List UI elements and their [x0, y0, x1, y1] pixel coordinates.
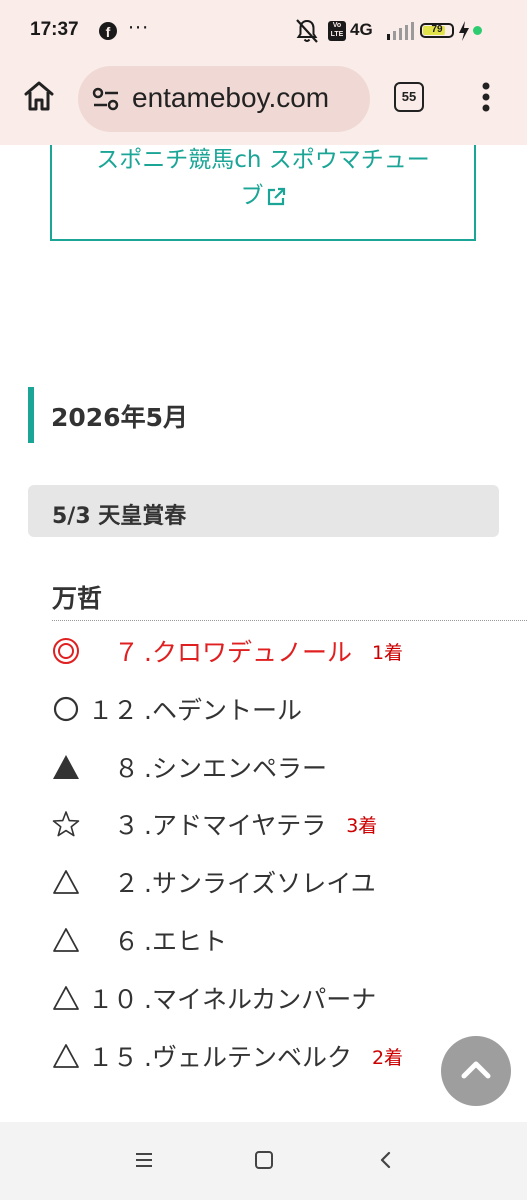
channel-link-label[interactable]: スポニチ競馬ch スポウマチューブ — [96, 147, 430, 209]
star-icon — [52, 811, 80, 837]
predictor-name: 万哲 — [52, 584, 103, 613]
status-bar: 17:37 f ··· Vo LTE 4G 79 — [0, 0, 527, 62]
recent-apps-icon[interactable] — [134, 1150, 154, 1170]
horse-name-text: .マイネルカンパーナ — [144, 984, 377, 1014]
external-link-icon — [267, 187, 285, 205]
triangle-icon — [53, 985, 79, 1010]
back-icon[interactable] — [376, 1150, 396, 1170]
more-notifications-indicator: ··· — [128, 17, 150, 39]
volte-icon: Vo LTE — [328, 21, 346, 41]
triangle-icon — [53, 928, 79, 952]
network-type: 4G — [350, 20, 373, 39]
double-circle-icon — [53, 638, 79, 664]
system-nav-bar — [0, 1122, 527, 1200]
finish-result: 2着 — [371, 1046, 404, 1069]
horse-number: ７ — [114, 638, 140, 667]
triangle-icon — [53, 1043, 79, 1068]
horse-name-text: .シンエンペラー — [144, 753, 327, 783]
horse-name: .サンライズソレイユ — [144, 864, 376, 900]
horse-number: ８ — [114, 753, 140, 783]
horse-name: .ヘデントール — [144, 691, 302, 727]
month-heading: 2026年5月 — [51, 403, 188, 432]
channel-link[interactable]: スポニチ競馬ch スポウマチューブ — [52, 145, 474, 214]
home-icon[interactable] — [22, 79, 56, 113]
scroll-to-top-button[interactable] — [441, 1036, 511, 1106]
facebook-icon: f — [99, 22, 117, 40]
battery-percent: 79 — [431, 24, 443, 35]
charging-bolt-icon — [459, 21, 469, 41]
horse-name-text: .アドマイヤテラ — [144, 811, 327, 841]
race-title: 5/3 天皇賞春 — [52, 504, 187, 529]
horse-number: １０ — [88, 984, 139, 1014]
horse-name-text: .サンライズソレイユ — [144, 869, 376, 899]
browser-toolbar: entameboy.com 55 — [0, 62, 527, 145]
horse-name: .ヴェルテンベルク 2着 — [144, 1038, 403, 1074]
page-content: スポニチ競馬ch スポウマチューブ 2026年5月 5/3 天皇賞春 万哲 ７.… — [0, 145, 527, 1122]
site-settings-icon[interactable] — [92, 87, 120, 111]
horse-name: .クロワデュノール 1着 — [144, 633, 403, 669]
horse-name: .シンエンペラー — [144, 749, 327, 785]
battery-icon: 79 — [420, 23, 454, 38]
finish-result: 1着 — [371, 642, 404, 664]
chevron-up-icon — [461, 1061, 491, 1079]
heading-accent-bar — [28, 387, 34, 443]
bell-off-icon — [296, 19, 318, 43]
horse-name: .マイネルカンパーナ — [144, 980, 376, 1016]
address-bar[interactable]: entameboy.com — [78, 66, 370, 132]
filled-triangle-icon — [53, 754, 79, 779]
charging-dot-icon — [473, 26, 482, 35]
status-time: 17:37 — [30, 19, 79, 40]
horse-name-text: .ヘデントール — [144, 695, 302, 725]
circle-icon — [53, 696, 79, 721]
horse-name-text: .エヒト — [144, 927, 227, 956]
tab-switcher-button[interactable]: 55 — [394, 82, 424, 112]
horse-number: ６ — [114, 927, 140, 956]
horse-number: １５ — [88, 1042, 139, 1072]
browser-chrome: 17:37 f ··· Vo LTE 4G 79 entameboy.com 5… — [0, 0, 527, 145]
horse-name: .エヒト — [144, 922, 227, 958]
horse-number: ２ — [114, 869, 140, 899]
triangle-icon — [53, 870, 79, 895]
divider — [52, 620, 527, 621]
overflow-menu-icon[interactable] — [476, 80, 496, 114]
horse-name: .アドマイヤテラ 3着 — [144, 806, 377, 842]
horse-name-text: .クロワデュノール — [144, 638, 352, 667]
race-header: 5/3 天皇賞春 — [28, 485, 499, 537]
horse-name-text: .ヴェルテンベルク — [144, 1042, 352, 1072]
signal-icon — [387, 22, 414, 40]
horse-number: １２ — [88, 695, 139, 725]
horse-number: ３ — [114, 811, 140, 841]
home-nav-icon[interactable] — [254, 1150, 274, 1170]
channel-link-box[interactable]: スポニチ競馬ch スポウマチューブ — [50, 145, 476, 241]
finish-result: 3着 — [346, 815, 378, 838]
url-text: entameboy.com — [132, 82, 330, 113]
